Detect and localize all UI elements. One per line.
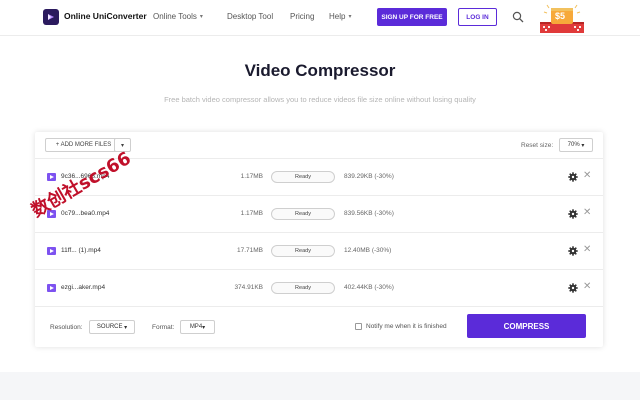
close-icon[interactable]: ✕ bbox=[583, 244, 591, 256]
file-size: 1.17MB bbox=[240, 210, 263, 217]
file-size: 374.91KB bbox=[234, 284, 263, 291]
video-file-icon bbox=[47, 247, 56, 255]
nav-desktop-tool[interactable]: Desktop Tool bbox=[227, 12, 273, 21]
page-title: Video Compressor bbox=[244, 61, 396, 80]
compress-options: Resolution: SOURCE ▾ Format: MP4 ▾ Notify… bbox=[35, 307, 603, 347]
header-divider bbox=[0, 35, 640, 36]
chevron-down-icon: ▾ bbox=[124, 324, 128, 331]
compress-button[interactable]: COMPRESS bbox=[467, 314, 586, 338]
file-row: ezgi...aker.mp4 374.91KB Ready 402.44KB … bbox=[35, 270, 603, 307]
chevron-down-icon: ▾ bbox=[202, 324, 206, 331]
resolution-label: Resolution: bbox=[50, 324, 83, 331]
file-name: 0c79...bea0.mp4 bbox=[61, 210, 110, 217]
nav-help-label: Help bbox=[329, 12, 346, 21]
notify-label[interactable]: Notify me when it is finished bbox=[366, 323, 447, 330]
file-size: 17.71MB bbox=[236, 247, 263, 254]
chevron-down-icon: ▾ bbox=[581, 142, 585, 149]
compressed-size: 839.29KB (-30%) bbox=[344, 173, 394, 180]
notify-checkbox[interactable] bbox=[355, 323, 362, 330]
nav-online-tools[interactable]: Online Tools ▾ bbox=[153, 12, 203, 21]
nav-pricing-label: Pricing bbox=[290, 12, 315, 21]
status-badge: Ready bbox=[271, 208, 335, 220]
compressed-size: 12.40MB (-30%) bbox=[344, 247, 392, 254]
compressed-size: 839.56KB (-30%) bbox=[344, 210, 394, 217]
chevron-down-icon: ▾ bbox=[348, 14, 352, 21]
nav-pricing[interactable]: Pricing bbox=[290, 12, 314, 21]
gear-icon[interactable] bbox=[568, 209, 578, 219]
site-header: Online UniConverter Online Tools ▾ Deskto… bbox=[0, 0, 640, 35]
reset-size-value: 70% bbox=[567, 142, 580, 148]
file-row: 0c79...bea0.mp4 1.17MB Ready 839.56KB (-… bbox=[35, 196, 603, 233]
nav-desktop-tool-label: Desktop Tool bbox=[227, 12, 274, 21]
file-size: 1.17MB bbox=[240, 173, 263, 180]
resolution-value: SOURCE bbox=[96, 324, 123, 330]
login-button[interactable]: LOG IN bbox=[458, 8, 497, 26]
chevron-down-icon: ▾ bbox=[199, 14, 203, 21]
search-icon[interactable] bbox=[512, 11, 524, 23]
file-row: 11ff... (1).mp4 17.71MB Ready 12.40MB (-… bbox=[35, 233, 603, 270]
brand-logo-icon[interactable] bbox=[43, 9, 59, 25]
close-icon[interactable]: ✕ bbox=[583, 170, 591, 182]
status-badge: Ready bbox=[271, 245, 335, 257]
gear-icon[interactable] bbox=[568, 283, 578, 293]
format-select[interactable]: MP4 ▾ bbox=[180, 320, 215, 334]
gear-icon[interactable] bbox=[568, 172, 578, 182]
close-icon[interactable]: ✕ bbox=[583, 281, 591, 293]
promo-gift-icon[interactable]: $5 bbox=[537, 2, 587, 34]
format-value: MP4 bbox=[189, 324, 203, 330]
page-subtitle: Free batch video compressor allows you t… bbox=[164, 95, 476, 104]
brand-name[interactable]: Online UniConverter bbox=[64, 11, 147, 21]
reset-size-select[interactable]: 70% ▾ bbox=[559, 138, 593, 152]
video-file-icon bbox=[47, 173, 56, 181]
reset-size-label: Reset size: bbox=[521, 142, 554, 149]
gear-icon[interactable] bbox=[568, 246, 578, 256]
video-file-icon bbox=[47, 284, 56, 292]
compressed-size: 402.44KB (-30%) bbox=[344, 284, 394, 291]
nav-help[interactable]: Help ▾ bbox=[329, 12, 351, 21]
file-name: ezgi...aker.mp4 bbox=[61, 284, 106, 291]
signup-button[interactable]: SIGN UP FOR FREE bbox=[377, 8, 447, 26]
resolution-select[interactable]: SOURCE ▾ bbox=[89, 320, 135, 334]
status-badge: Ready bbox=[271, 171, 335, 183]
bottom-section bbox=[0, 372, 640, 400]
status-badge: Ready bbox=[271, 282, 335, 294]
format-label: Format: bbox=[152, 324, 175, 331]
nav-online-tools-label: Online Tools bbox=[153, 12, 197, 21]
promo-amount: $5 bbox=[555, 11, 566, 21]
close-icon[interactable]: ✕ bbox=[583, 207, 591, 219]
file-name: 11ff... (1).mp4 bbox=[61, 247, 101, 254]
